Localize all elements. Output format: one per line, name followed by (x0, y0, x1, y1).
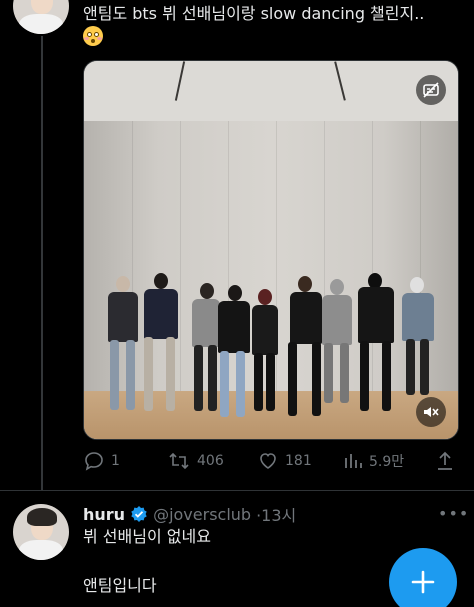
views-icon (345, 454, 362, 468)
flushed-face-emoji-icon (83, 26, 103, 46)
user-handle[interactable]: @joversclub (153, 505, 251, 524)
share-icon (438, 451, 452, 470)
avatar[interactable] (13, 504, 69, 560)
retweet-icon (169, 452, 189, 470)
like-button[interactable]: 181 (257, 450, 312, 472)
compose-plus-icon (411, 570, 435, 594)
captions-off-icon (423, 82, 439, 98)
tweet-actions: 1 406 181 5.9만 (83, 450, 459, 474)
compose-button[interactable] (389, 548, 457, 607)
share-button[interactable] (435, 450, 455, 472)
timeline: 앤팀도 bts 뷔 선배님이랑 slow dancing 챌린지.. 1 406… (0, 0, 474, 607)
thread-line (41, 36, 43, 491)
timestamp[interactable]: ·13시 (256, 502, 296, 526)
heart-icon (260, 453, 276, 469)
avatar[interactable] (13, 0, 69, 34)
divider (0, 490, 474, 491)
retweet-button[interactable]: 406 (167, 450, 224, 472)
retweet-count: 406 (197, 453, 224, 469)
tweet-body: 앤팀입니다 (83, 576, 157, 595)
display-name[interactable]: huru (83, 505, 125, 524)
reply-icon (85, 452, 103, 471)
reply-button[interactable]: 1 (83, 450, 120, 472)
tweet-text: 앤팀도 bts 뷔 선배님이랑 slow dancing 챌린지.. (83, 2, 463, 50)
reply-count: 1 (111, 453, 120, 469)
mute-icon (424, 407, 439, 417)
more-options-icon[interactable]: ••• (438, 504, 469, 523)
like-count: 181 (285, 453, 312, 469)
verified-badge-icon (131, 506, 147, 522)
views-count: 5.9만 (369, 454, 405, 470)
video-player[interactable] (83, 60, 459, 440)
captions-off-button[interactable] (416, 75, 446, 105)
mute-button[interactable] (416, 397, 446, 427)
tweet-header: huru @joversclub ·13시 (83, 502, 296, 526)
views-button[interactable]: 5.9만 (343, 450, 404, 472)
tweet-body: 앤팀도 bts 뷔 선배님이랑 slow dancing 챌린지.. (83, 4, 425, 23)
tweet-body: 뷔 선배님이 없네요 (83, 527, 211, 546)
